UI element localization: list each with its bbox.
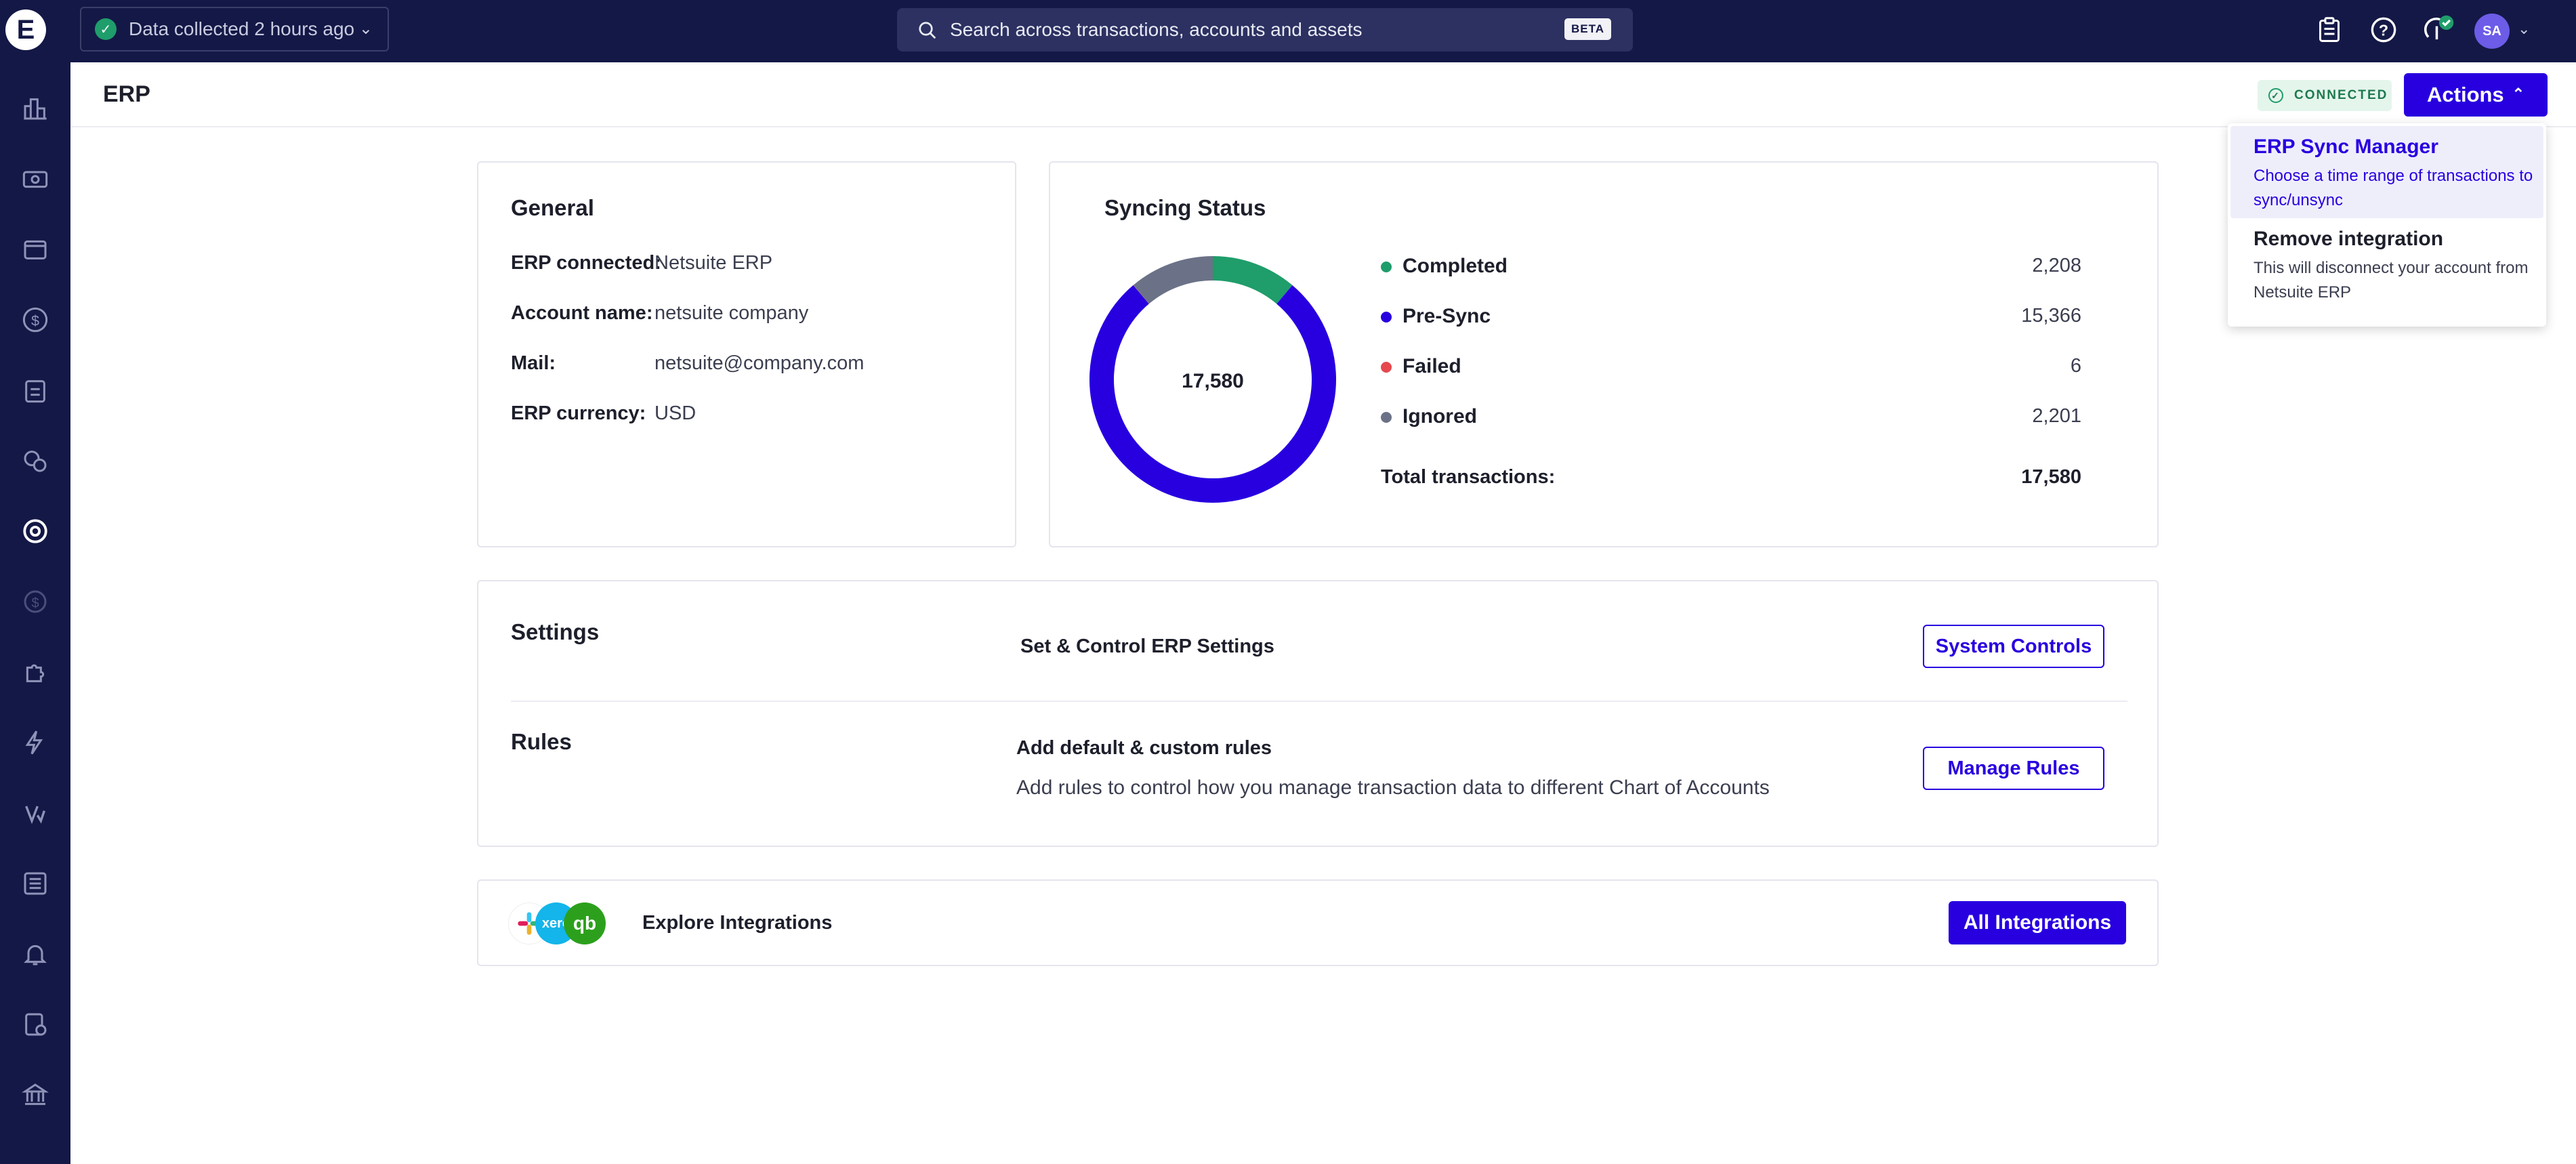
lightning-icon[interactable] [18, 725, 53, 760]
system-controls-button[interactable]: System Controls [1923, 625, 2104, 668]
help-icon[interactable]: ? [2367, 14, 2400, 46]
menu-item-description: This will disconnect your account from N… [2253, 259, 2529, 302]
svg-text:$: $ [31, 596, 39, 610]
notification-status-icon[interactable] [2423, 14, 2455, 46]
chevron-up-icon: ⌃ [2512, 85, 2525, 102]
syncing-status-title: Syncing Status [1104, 195, 1266, 220]
data-status-label: Data collected 2 hours ago [129, 18, 355, 39]
mail-label: Mail: [511, 352, 556, 374]
coin-disabled-icon: $ [18, 584, 53, 619]
rules-heading: Add default & custom rules [1016, 737, 1272, 759]
syncing-donut-chart: 17,580 [1089, 256, 1336, 503]
donut-slice-pre-sync [1089, 285, 1336, 503]
erp-icon[interactable] [18, 514, 53, 549]
rules-title: Rules [511, 729, 572, 754]
legend-dot-completed [1381, 262, 1392, 272]
donut-center-total: 17,580 [1182, 370, 1244, 392]
legend-label-pre-sync: Pre-Sync [1403, 305, 1491, 327]
wallet-icon[interactable] [18, 232, 53, 267]
all-integrations-button[interactable]: All Integrations [1949, 901, 2126, 944]
erp-connected-label: ERP connected: [511, 252, 661, 274]
legend-value-ignored: 2,201 [2032, 405, 2081, 427]
erp-connected-value: Netsuite ERP [655, 252, 773, 274]
chevron-down-icon: ⌄ [358, 20, 373, 38]
legend-label-completed: Completed [1403, 255, 1508, 277]
mail-value: netsuite@company.com [655, 352, 865, 374]
actions-menu: ERP Sync Manager Choose a time range of … [2228, 123, 2546, 327]
menu-item-title: Remove integration [2253, 228, 2444, 250]
syncing-status-card: Syncing Status 17,580 Completed 2,208 Pr… [1049, 161, 2159, 547]
svg-text:?: ? [2379, 21, 2388, 39]
donut-slice-completed [1212, 256, 1293, 304]
erp-currency-label: ERP currency: [511, 402, 646, 424]
actions-label: Actions [2427, 83, 2504, 106]
page-title: ERP [103, 81, 150, 107]
sidebar: $ $ [0, 62, 70, 1164]
check-circle-icon: ✓ [2268, 88, 2283, 103]
page-header: ERP [70, 62, 2576, 127]
legend-dot-failed [1381, 362, 1392, 373]
settings-description: Set & Control ERP Settings [1020, 636, 1274, 657]
chevron-down-icon[interactable]: ⌄ [2518, 20, 2530, 38]
general-title: General [511, 195, 594, 220]
dollar-icon[interactable]: $ [18, 302, 53, 337]
list-icon[interactable] [18, 866, 53, 901]
global-search-input[interactable]: Search across transactions, accounts and… [897, 8, 1633, 51]
legend-value-pre-sync: 15,366 [2021, 305, 2081, 327]
settings-rules-card: Settings Set & Control ERP Settings Syst… [477, 580, 2159, 847]
settings-title: Settings [511, 619, 600, 644]
total-transactions-label: Total transactions: [1381, 466, 1556, 488]
erp-currency-value: USD [655, 402, 697, 424]
manage-rules-button[interactable]: Manage Rules [1923, 747, 2104, 790]
integrations-card: xero qb Explore Integrations All Integra… [477, 879, 2159, 966]
check-circle-icon: ✓ [95, 18, 117, 40]
menu-item-title: ERP Sync Manager [2253, 136, 2438, 158]
search-placeholder: Search across transactions, accounts and… [950, 19, 1363, 40]
legend-dot-ignored [1381, 412, 1392, 423]
legend-dot-pre-sync [1381, 312, 1392, 323]
user-avatar[interactable]: SA [2474, 14, 2510, 49]
status-badge-label: CONNECTED [2294, 88, 2388, 102]
dashboard-icon[interactable] [18, 91, 53, 126]
clipboard-icon[interactable] [18, 373, 53, 408]
explore-integrations-label: Explore Integrations [642, 912, 833, 934]
actions-button[interactable]: Actions ⌃ [2404, 73, 2548, 117]
divider [511, 701, 2127, 702]
rules-description: Add rules to control how you manage tran… [1016, 776, 1770, 799]
document-check-icon[interactable] [18, 1007, 53, 1042]
svg-text:$: $ [31, 312, 39, 329]
beta-badge: BETA [1564, 18, 1611, 40]
clipboard-icon[interactable] [2313, 14, 2346, 46]
app-logo[interactable]: E [5, 9, 46, 50]
legend-value-failed: 6 [2070, 355, 2081, 377]
top-bar: E ✓ Data collected 2 hours ago ⌄ Search … [0, 0, 2576, 62]
account-name-value: netsuite company [655, 302, 809, 324]
total-transactions-value: 17,580 [2021, 466, 2081, 488]
coins-info-icon[interactable] [18, 443, 53, 478]
legend-label-failed: Failed [1403, 355, 1461, 377]
payments-icon[interactable] [18, 161, 53, 196]
vendor-icon[interactable] [18, 795, 53, 831]
bell-icon[interactable] [18, 936, 53, 972]
menu-item-erp-sync-manager[interactable]: ERP Sync Manager Choose a time range of … [2230, 126, 2543, 218]
legend-label-ignored: Ignored [1403, 405, 1477, 428]
menu-item-remove-integration[interactable]: Remove integration This will disconnect … [2230, 225, 2543, 320]
account-name-label: Account name: [511, 302, 653, 324]
puzzle-icon[interactable] [18, 654, 53, 690]
legend-value-completed: 2,208 [2032, 255, 2081, 276]
quickbooks-logo-icon: qb [564, 902, 606, 944]
donut-slice-ignored [1133, 256, 1213, 304]
general-card: General ERP connected: Netsuite ERP Acco… [477, 161, 1016, 547]
bank-icon[interactable] [18, 1077, 53, 1113]
search-icon [919, 22, 936, 39]
data-status-dropdown[interactable]: ✓ Data collected 2 hours ago ⌄ [80, 7, 389, 51]
menu-item-description: Choose a time range of transactions to s… [2253, 167, 2533, 209]
connection-status-badge: ✓ CONNECTED [2258, 80, 2392, 111]
